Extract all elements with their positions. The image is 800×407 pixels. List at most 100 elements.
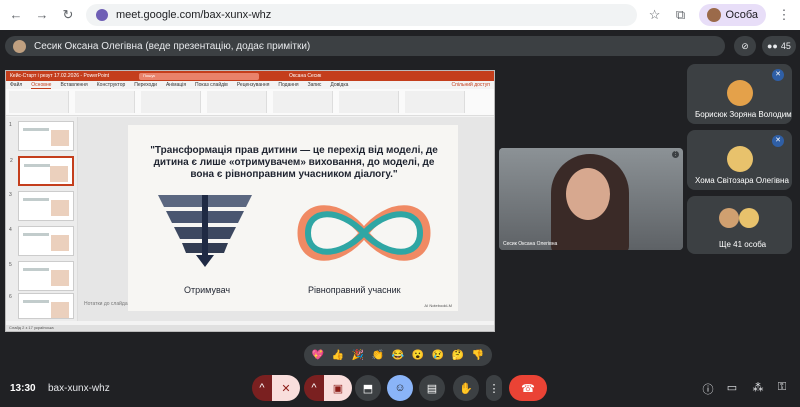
reaction-thumbs-down[interactable]: 👎 [472,350,484,361]
leave-call-button[interactable]: ☎ [509,375,547,401]
tile-more-icon[interactable]: ⋮ [672,151,679,158]
bookmark-star-icon[interactable]: ☆ [647,7,663,23]
slide-thumbnail[interactable]: 1 [9,121,74,151]
camera-off-icon: ⊘ [741,40,749,51]
reload-icon[interactable]: ↻ [60,7,76,23]
current-slide[interactable]: "Трансформація прав дитини — це перехід … [128,125,458,311]
ppt-tab[interactable]: Файл [10,82,22,88]
shared-screen-powerpoint: Кейс-Старт і резут 17.02.2026 - PowerPoi… [5,70,495,332]
thumb-image [50,166,68,182]
forward-icon[interactable]: → [34,7,50,23]
presenter-face [566,168,610,220]
funnel-arrow-head [196,255,214,267]
thumb-image [51,302,69,318]
thumb-number: 4 [9,227,12,233]
people-icon: ●● [767,41,778,51]
reaction-thumbs-up[interactable]: 👍 [332,350,344,361]
menu-kebab-icon[interactable]: ⋮ [776,7,792,23]
ppt-tab[interactable]: Анімація [166,82,186,88]
camera-toggle-button[interactable]: ▣ [324,375,352,401]
reaction-clap[interactable]: 👏 [372,350,384,361]
video-options-button[interactable]: ^ [304,375,324,401]
ribbon-group[interactable] [273,91,333,113]
ppt-tab[interactable]: Основне [31,82,52,89]
chat-icon[interactable]: ▭ [724,381,740,394]
activities-icon[interactable]: ⁂ [750,381,766,394]
camera-off-icon: ▣ [332,382,344,395]
equal-participant-label: Рівноправний учасник [308,285,401,295]
ppt-tab[interactable]: Вставлення [60,82,87,88]
thumb-number: 1 [9,122,12,128]
participant-tile[interactable]: ✕ Хома Світозара Олегівна [687,130,792,190]
ppt-tab[interactable]: Конструктор [97,82,126,88]
slide-editor-area: "Трансформація прав дитини — це перехід … [78,117,494,321]
ppt-tab[interactable]: Довідка [330,82,348,88]
present-screen-icon: ⬒ [362,382,374,395]
reaction-thinking[interactable]: 🤔 [452,350,464,361]
slide-thumbnail[interactable]: 3 [9,191,74,221]
captions-button[interactable]: ▤ [419,375,445,401]
chevron-up-icon: ^ [311,382,317,394]
ppt-search[interactable]: Пошук [139,72,260,80]
presenter-camera-tile[interactable]: ⋮ Сесик Оксана Олегівна [499,148,683,250]
more-options-button[interactable]: ⋮ [486,375,502,401]
thumb-text [23,268,49,271]
ppt-tab[interactable]: Показ слайдів [195,82,228,88]
participant-avatar [727,146,753,172]
ribbon-group[interactable] [405,91,465,113]
reaction-surprised[interactable]: 😮 [412,350,424,361]
browser-toolbar: ← → ↻ meet.google.com/bax-xunx-whz ☆ ⧉ О… [0,0,800,30]
participant-avatar [739,208,759,228]
slide-thumbnail[interactable]: 5 [9,261,74,291]
present-button[interactable]: ⬒ [355,375,381,401]
thumb-text [24,164,50,167]
thumb-text [23,128,49,131]
slide-thumbnail-selected[interactable]: 2 [10,156,74,186]
back-icon[interactable]: ← [8,7,24,23]
mic-toggle-button[interactable]: ✕ [272,375,300,401]
ribbon-group[interactable] [141,91,201,113]
presenter-name: Сесик Оксана Олегівна [503,241,558,247]
profile-label: Особа [725,9,758,21]
address-bar[interactable]: meet.google.com/bax-xunx-whz [86,4,637,26]
hide-self-view-button[interactable]: ⊘ [734,36,756,56]
ribbon-group[interactable] [75,91,135,113]
extensions-icon[interactable]: ⧉ [673,7,689,23]
ppt-window-title: Кейс-Старт і резут 17.02.2026 - PowerPoi… [10,73,110,79]
slide-thumbnail[interactable]: 6 [9,293,74,319]
participant-tile[interactable]: ✕ Борисюк Зоряна Володим... [687,64,792,124]
site-info-icon[interactable] [96,9,108,21]
ribbon-group[interactable] [9,91,69,113]
audio-options-button[interactable]: ^ [252,375,272,401]
ppt-tab[interactable]: Запис [308,82,322,88]
participant-avatar [719,208,739,228]
participant-avatar [727,80,753,106]
ppt-tab[interactable]: Переходи [134,82,157,88]
end-call-icon: ☎ [521,382,535,395]
ppt-tab[interactable]: Подання [278,82,298,88]
participant-name: Борисюк Зоряна Володим... [695,110,792,119]
reaction-heart[interactable]: 💖 [312,350,324,361]
reaction-sad[interactable]: 😢 [432,350,444,361]
thumb-image [51,130,69,146]
reaction-party[interactable]: 🎉 [352,350,364,361]
raise-hand-button[interactable]: ✋ [453,375,479,401]
slide-thumbnails: 1 2 3 4 5 6 [6,117,78,321]
more-participants-tile[interactable]: Ще 41 особа [687,196,792,254]
slide-notes[interactable]: Нотатки до слайда [78,301,494,311]
host-controls-icon[interactable]: ⚿ [774,381,790,394]
slide-thumbnail[interactable]: 4 [9,226,74,256]
profile-button[interactable]: Особа [698,4,766,26]
mic-off-icon: ✕ [772,69,784,81]
emoji-button[interactable]: ☺ [387,375,413,401]
ribbon-group[interactable] [207,91,267,113]
meeting-code: bax-xunx-whz [48,383,110,394]
participants-count-button[interactable]: ●● 45 [762,36,796,56]
profile-avatar [706,8,721,22]
meeting-controls-bar: 13:30 bax-xunx-whz ^ ✕ ^ ▣ ⬒ ☺ ▤ ✋ ⋮ ☎ ⓘ… [0,372,800,407]
meeting-info-icon[interactable]: ⓘ [700,381,716,397]
reaction-laugh[interactable]: 😂 [392,350,404,361]
ppt-share-tab[interactable]: Спільний доступ [452,82,490,88]
ppt-tab[interactable]: Рецензування [237,82,270,88]
ribbon-group[interactable] [339,91,399,113]
